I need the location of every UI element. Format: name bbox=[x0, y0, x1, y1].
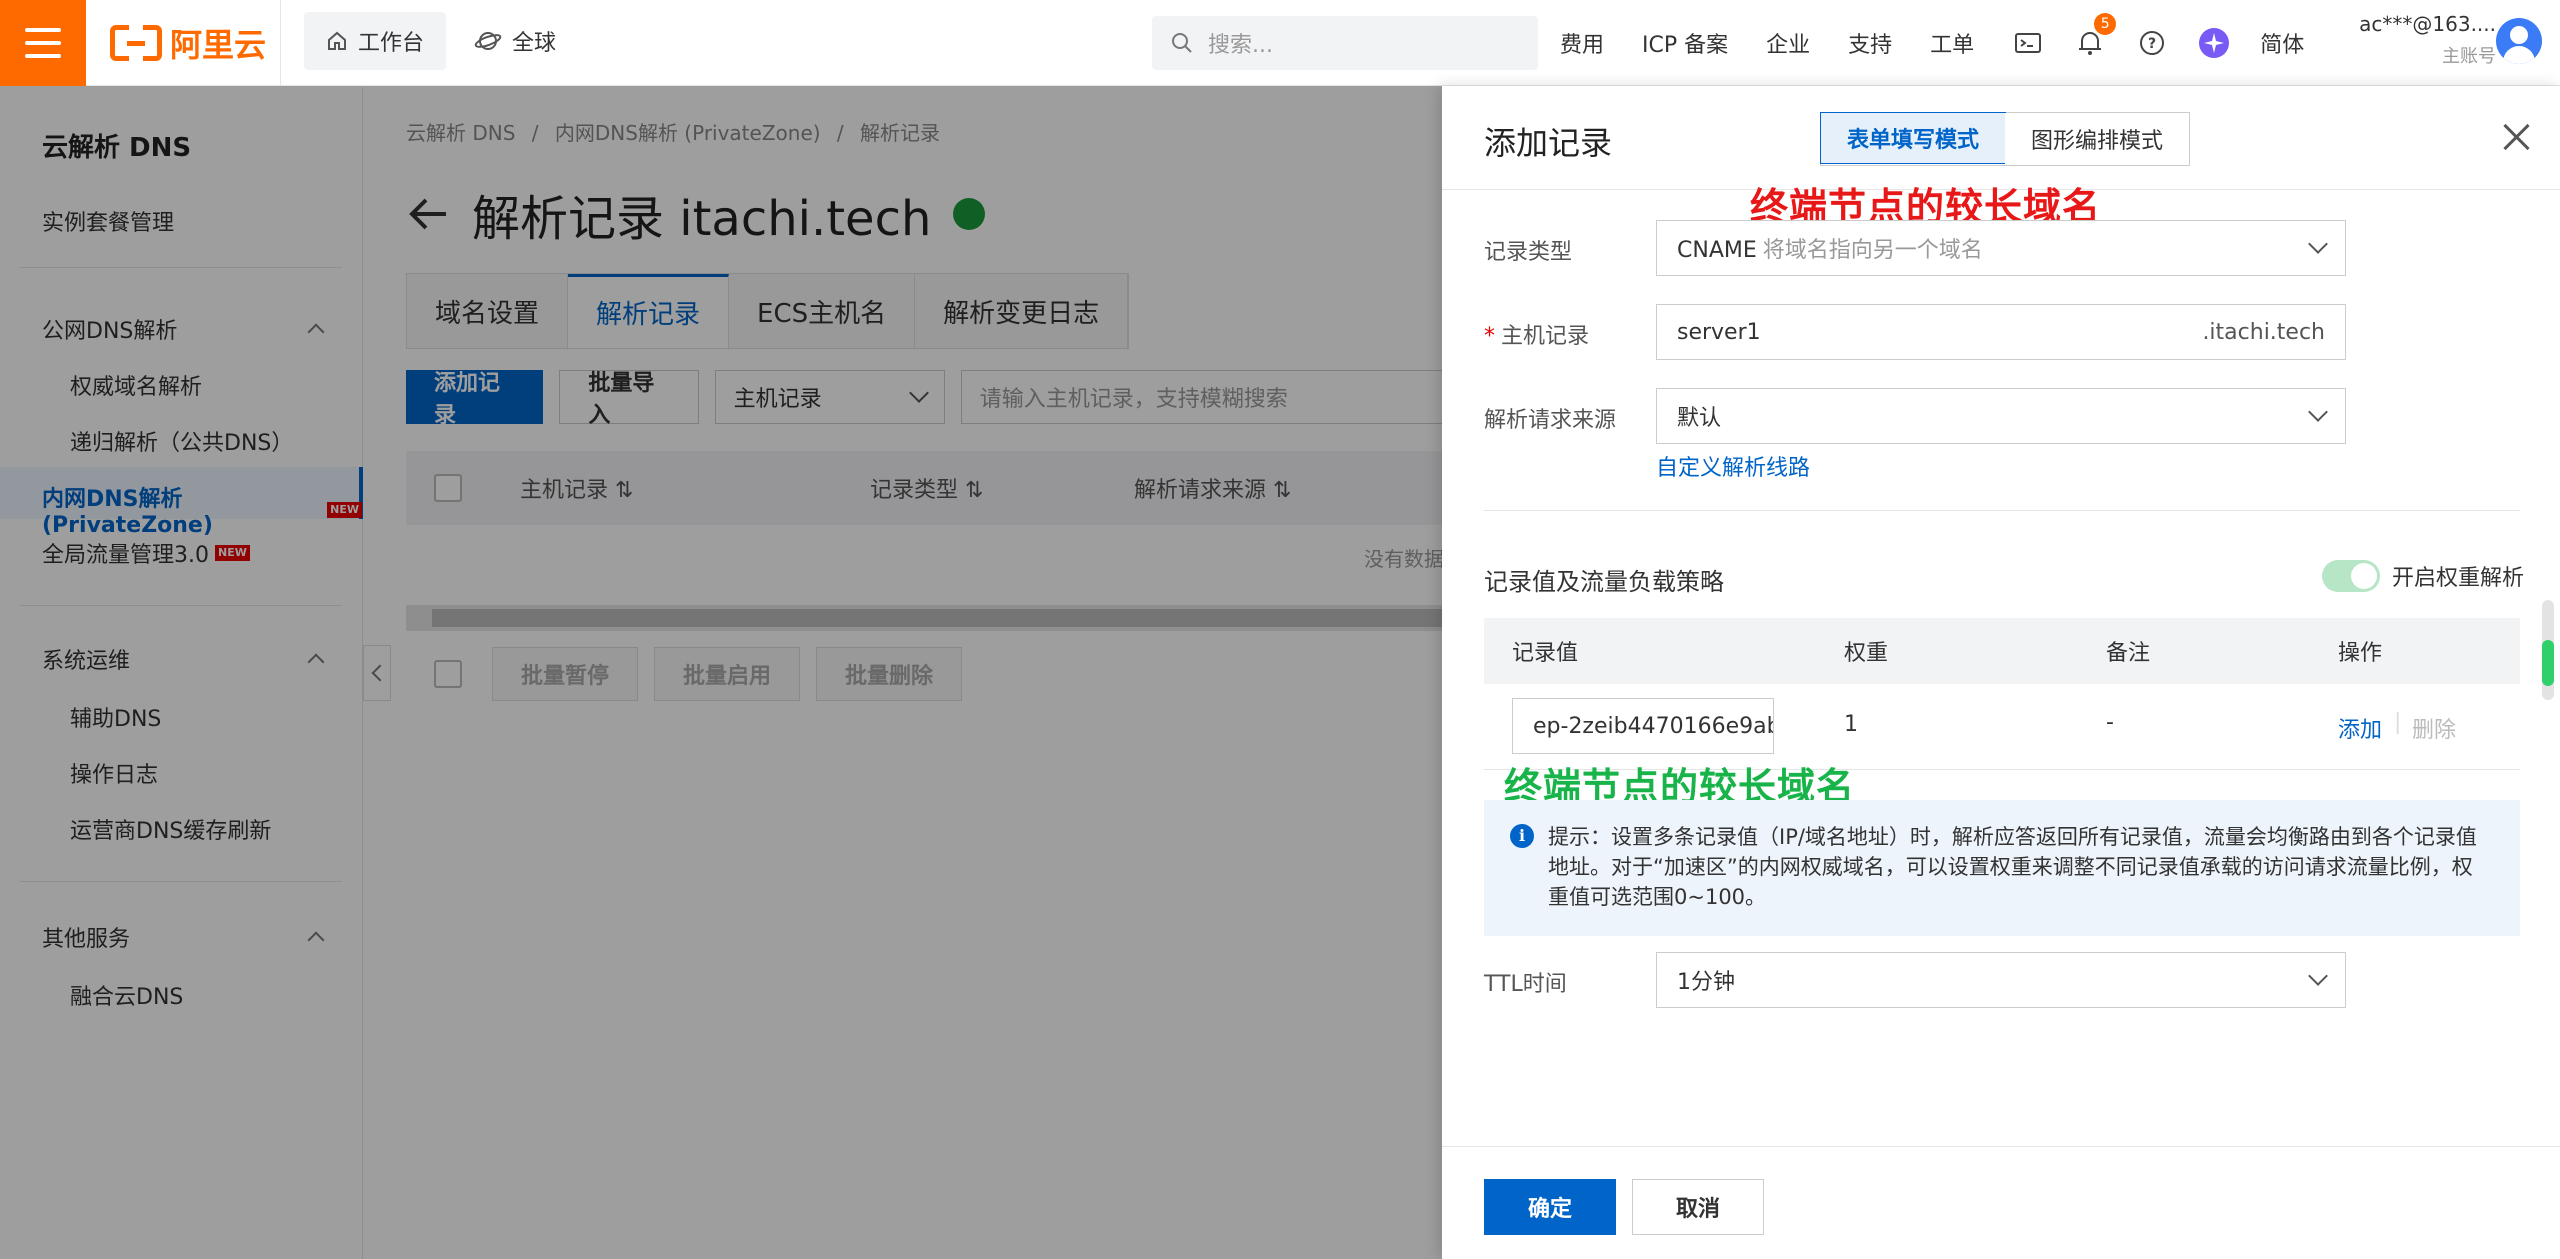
top-links: 费用 ICP 备案 企业 支持 工单 5 ? 简体 bbox=[1560, 0, 2342, 86]
link-enterprise[interactable]: 企业 bbox=[1766, 27, 1810, 59]
col-note: 备注 bbox=[2106, 641, 2151, 666]
top-navbar: 阿里云 工作台 全球 搜索... 费用 ICP 备案 企业 支持 工单 5 ? … bbox=[0, 0, 2560, 86]
aliyun-logo-icon bbox=[110, 24, 162, 62]
label-source: 解析请求来源 bbox=[1484, 408, 1617, 433]
label-host: * 主机记录 bbox=[1484, 324, 1590, 349]
drawer-title: 添加记录 bbox=[1484, 124, 1613, 162]
brand-logo[interactable]: 阿里云 bbox=[110, 22, 266, 64]
workbench-button[interactable]: 工作台 bbox=[304, 12, 447, 70]
close-icon[interactable] bbox=[2502, 122, 2532, 152]
host-suffix: .itachi.tech bbox=[2202, 319, 2325, 345]
tip-text: 提示：设置多条记录值（IP/域名地址）时，解析应答返回所有记录值，流量会均衡路由… bbox=[1548, 825, 2477, 909]
weight-switch[interactable] bbox=[2322, 560, 2380, 592]
delete-value-link[interactable]: 删除 bbox=[2412, 712, 2456, 744]
chevron-down-icon bbox=[2308, 234, 2328, 254]
label-host-text: 主机记录 bbox=[1501, 324, 1590, 349]
col-value: 记录值 bbox=[1512, 641, 1579, 666]
notification-badge: 5 bbox=[2094, 13, 2117, 35]
add-record-drawer: 添加记录 表单填写模式 图形编排模式 终端节点的较长域名 记录类型 CNAME 将… bbox=[1442, 86, 2560, 1259]
divider bbox=[280, 0, 281, 86]
svg-text:?: ? bbox=[2148, 36, 2156, 52]
link-ticket[interactable]: 工单 bbox=[1930, 27, 1974, 59]
ttl-select[interactable]: 1分钟 bbox=[1656, 952, 2346, 1008]
action-separator: | bbox=[2394, 710, 2402, 735]
request-source-select[interactable]: 默认 bbox=[1656, 388, 2346, 444]
request-source-value: 默认 bbox=[1677, 406, 1722, 431]
col-weight: 权重 bbox=[1844, 641, 1889, 666]
account-role: 主账号 bbox=[2442, 46, 2496, 67]
avatar[interactable] bbox=[2496, 18, 2542, 64]
vertical-scrollbar[interactable] bbox=[2542, 600, 2554, 700]
home-icon bbox=[328, 31, 346, 50]
ttl-value: 1分钟 bbox=[1677, 970, 1735, 995]
label-record-type: 记录类型 bbox=[1484, 240, 1573, 265]
account-info[interactable]: ac***@163.... 主账号 bbox=[2336, 12, 2496, 68]
modal-backdrop[interactable] bbox=[0, 86, 1442, 1259]
link-support[interactable]: 支持 bbox=[1848, 27, 1892, 59]
account-name: ac***@163.... bbox=[2359, 12, 2496, 36]
global-search-input[interactable]: 搜索... bbox=[1152, 16, 1538, 70]
record-value-table-header: 记录值 权重 备注 操作 bbox=[1484, 618, 2520, 684]
ai-assistant-icon[interactable] bbox=[2198, 27, 2230, 59]
chevron-down-icon bbox=[2308, 402, 2328, 422]
mode-graph-tab[interactable]: 图形编排模式 bbox=[2005, 113, 2190, 165]
help-icon[interactable]: ? bbox=[2136, 27, 2168, 59]
add-value-link[interactable]: 添加 bbox=[2338, 712, 2382, 744]
col-action: 操作 bbox=[2338, 641, 2383, 666]
record-weight: 1 bbox=[1844, 712, 1858, 737]
record-type-hint: 将域名指向另一个域名 bbox=[1762, 238, 1983, 263]
chevron-down-icon bbox=[2308, 966, 2328, 986]
host-record-input[interactable]: server1 .itachi.tech bbox=[1656, 304, 2346, 360]
weight-toggle[interactable]: 开启权重解析 bbox=[2322, 560, 2524, 592]
tip-box: i 提示：设置多条记录值（IP/域名地址）时，解析应答返回所有记录值，流量会均衡… bbox=[1484, 800, 2520, 936]
region-button[interactable]: 全球 bbox=[452, 12, 578, 70]
mode-form-tab[interactable]: 表单填写模式 bbox=[1820, 112, 2007, 164]
search-placeholder: 搜索... bbox=[1208, 33, 1273, 58]
section-title: 记录值及流量负载策略 bbox=[1484, 568, 1724, 596]
drawer-footer: 确定 取消 bbox=[1442, 1146, 2560, 1259]
weight-toggle-label: 开启权重解析 bbox=[2392, 566, 2525, 591]
workbench-label: 工作台 bbox=[358, 31, 425, 56]
bell-icon[interactable]: 5 bbox=[2074, 13, 2117, 59]
globe-icon bbox=[474, 32, 502, 50]
terminal-icon[interactable] bbox=[2012, 27, 2044, 59]
link-billing[interactable]: 费用 bbox=[1560, 27, 1604, 59]
info-icon: i bbox=[1510, 824, 1534, 848]
mode-switch: 表单填写模式 图形编排模式 bbox=[1820, 112, 2191, 166]
drawer-header: 添加记录 表单填写模式 图形编排模式 bbox=[1442, 86, 2560, 190]
custom-line-link[interactable]: 自定义解析线路 bbox=[1656, 450, 1810, 482]
confirm-button[interactable]: 确定 bbox=[1484, 1179, 1616, 1235]
label-ttl: TTL时间 bbox=[1484, 972, 1567, 997]
record-type-value: CNAME bbox=[1677, 238, 1757, 263]
record-value-input[interactable]: ep-2zeib4470166e9abel bbox=[1512, 698, 1774, 754]
record-type-select[interactable]: CNAME 将域名指向另一个域名 bbox=[1656, 220, 2346, 276]
host-record-value: server1 bbox=[1677, 319, 1761, 345]
language-switch[interactable]: 简体 bbox=[2260, 27, 2304, 59]
cancel-button[interactable]: 取消 bbox=[1632, 1179, 1764, 1235]
link-icp[interactable]: ICP 备案 bbox=[1642, 27, 1728, 59]
menu-icon[interactable] bbox=[0, 0, 86, 86]
brand-name: 阿里云 bbox=[170, 26, 267, 64]
record-note: - bbox=[2106, 710, 2114, 735]
search-icon bbox=[1172, 33, 1192, 53]
region-label: 全球 bbox=[512, 31, 557, 56]
divider bbox=[1484, 510, 2520, 511]
